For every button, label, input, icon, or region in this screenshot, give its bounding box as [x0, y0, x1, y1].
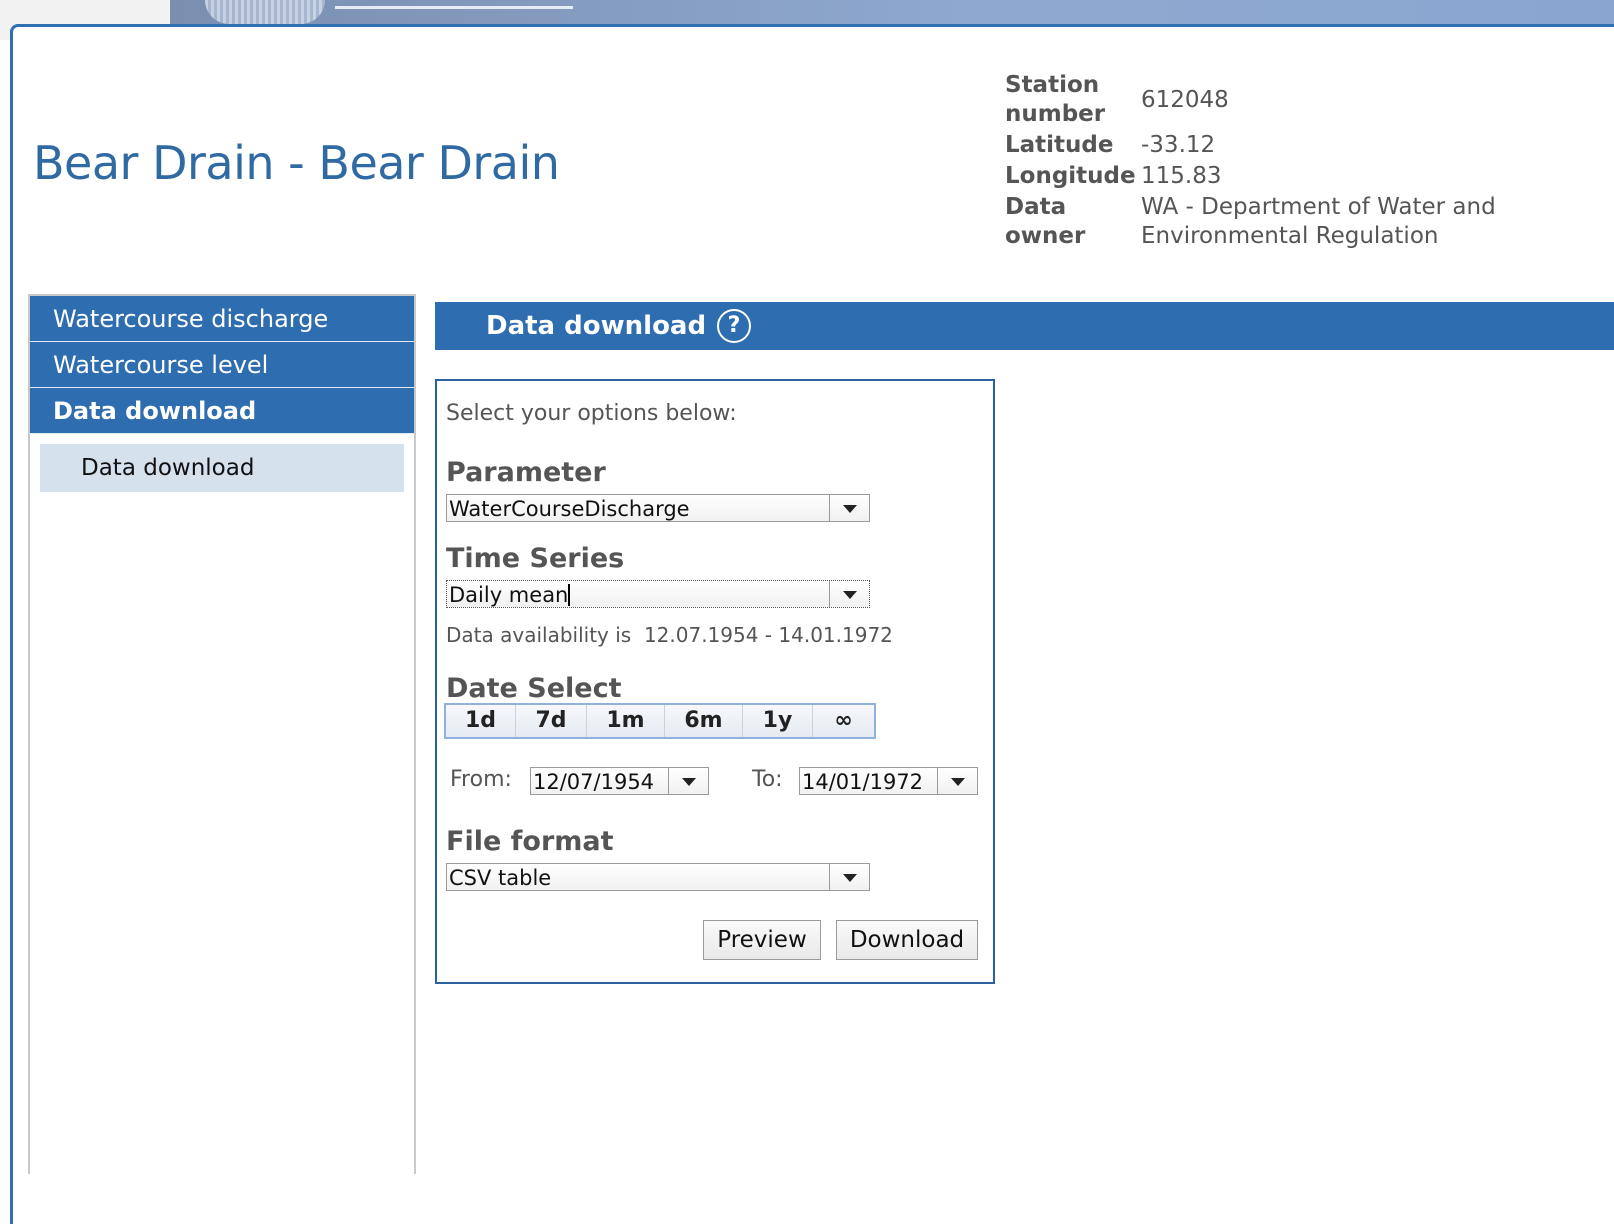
range-1d-button[interactable]: 1d: [446, 705, 516, 737]
data-owner-key: Data owner: [1005, 192, 1141, 252]
range-all-button[interactable]: ∞: [813, 705, 874, 737]
time-series-label: Time Series: [446, 543, 625, 574]
header-divider: [335, 6, 573, 9]
from-label: From:: [450, 767, 512, 792]
data-availability-range: 12.07.1954 - 14.01.1972: [643, 623, 893, 647]
station-number-key: Station number: [1005, 70, 1141, 130]
government-crest-icon: [205, 0, 325, 24]
latitude-key: Latitude: [1005, 132, 1114, 158]
to-date-select[interactable]: 14/01/1972: [799, 767, 978, 795]
help-icon[interactable]: ?: [717, 309, 751, 343]
parameter-select-value: WaterCourseDischarge: [449, 497, 690, 521]
panel-header: Data download ?: [435, 302, 1614, 350]
station-number-row: Station number 612048: [1005, 70, 1496, 130]
from-date-select[interactable]: 12/07/1954: [530, 767, 709, 795]
chevron-down-icon[interactable]: [829, 864, 869, 890]
time-series-select[interactable]: Daily mean: [446, 580, 870, 608]
range-1y-button[interactable]: 1y: [743, 705, 813, 737]
text-cursor: [568, 584, 571, 606]
sidebar-item-watercourse-level[interactable]: Watercourse level: [30, 342, 414, 388]
to-label: To:: [752, 767, 783, 792]
data-owner-key-line2: owner: [1005, 223, 1086, 249]
station-number-key-line1: Station: [1005, 72, 1100, 98]
from-date-value: 12/07/1954: [533, 770, 655, 794]
sidebar-item-watercourse-discharge[interactable]: Watercourse discharge: [30, 296, 414, 342]
station-info-table: Station number 612048 Latitude -33.12 Lo…: [1005, 70, 1496, 252]
form-intro: Select your options below:: [446, 401, 737, 426]
longitude-row: Longitude 115.83: [1005, 161, 1496, 192]
to-date-value: 14/01/1972: [802, 770, 924, 794]
sidebar-item-data-download[interactable]: Data download: [30, 388, 414, 434]
chevron-down-icon[interactable]: [668, 768, 708, 794]
latitude-value: -33.12: [1141, 132, 1216, 158]
data-owner-value-line1: WA - Department of Water and: [1141, 194, 1496, 220]
chevron-down-icon[interactable]: [829, 581, 869, 607]
data-owner-value-line2: Environmental Regulation: [1141, 223, 1439, 249]
data-owner-key-line1: Data: [1005, 194, 1067, 220]
data-availability: Data availability is 12.07.1954 - 14.01.…: [446, 623, 893, 647]
latitude-row: Latitude -33.12: [1005, 130, 1496, 161]
data-availability-prefix: Data availability is: [446, 623, 632, 647]
parameter-select[interactable]: WaterCourseDischarge: [446, 494, 870, 522]
station-number-key-line2: number: [1005, 101, 1106, 127]
longitude-key: Longitude: [1005, 163, 1136, 189]
sidebar-subitem-data-download[interactable]: Data download: [40, 444, 404, 492]
range-7d-button[interactable]: 7d: [516, 705, 587, 737]
date-select-label: Date Select: [446, 673, 622, 704]
longitude-value: 115.83: [1141, 163, 1222, 189]
file-format-select[interactable]: CSV table: [446, 863, 870, 891]
download-button[interactable]: Download: [836, 920, 978, 960]
station-number-value: 612048: [1141, 86, 1229, 113]
chevron-down-icon[interactable]: [937, 768, 977, 794]
file-format-value: CSV table: [449, 866, 552, 890]
download-form: Select your options below: Parameter Wat…: [435, 379, 995, 984]
time-series-value-text: Daily mean: [449, 583, 569, 607]
panel-title: Data download: [486, 311, 707, 341]
sidebar: Watercourse discharge Watercourse level …: [28, 294, 416, 1174]
data-owner-value: WA - Department of Water and Environment…: [1141, 192, 1496, 252]
time-series-select-value: Daily mean: [449, 581, 571, 609]
range-1m-button[interactable]: 1m: [587, 705, 665, 737]
chevron-down-icon[interactable]: [829, 495, 869, 521]
parameter-label: Parameter: [446, 457, 606, 488]
data-owner-row: Data owner WA - Department of Water and …: [1005, 192, 1496, 252]
date-range-buttons: 1d 7d 1m 6m 1y ∞: [444, 703, 876, 739]
page-title: Bear Drain - Bear Drain: [33, 136, 560, 190]
range-6m-button[interactable]: 6m: [665, 705, 743, 737]
file-format-label: File format: [446, 826, 614, 857]
preview-button[interactable]: Preview: [703, 920, 821, 960]
